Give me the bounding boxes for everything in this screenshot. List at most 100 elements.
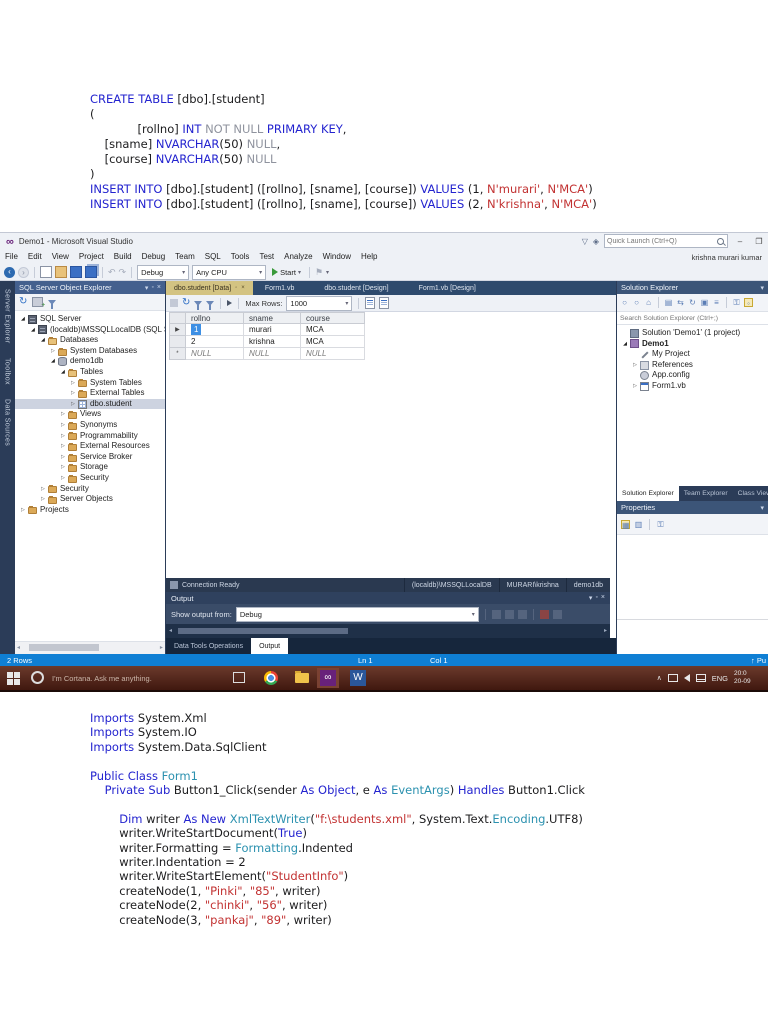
- menu-item-window[interactable]: Window: [318, 250, 356, 264]
- undo-button[interactable]: ↶: [108, 267, 116, 277]
- tree-item-system-databases[interactable]: ▷System Databases: [15, 346, 165, 357]
- connection-segment-murari-krishna[interactable]: MURARI\krishna: [499, 578, 566, 592]
- connection-segment-demo1db[interactable]: demo1db: [566, 578, 610, 592]
- solution-configuration-dropdown[interactable]: Debug▾: [137, 265, 189, 280]
- ssox-horizontal-scrollbar[interactable]: ◂ ▸: [15, 641, 165, 654]
- script-file-icon[interactable]: [379, 297, 389, 309]
- word-wrap-icon[interactable]: [553, 610, 562, 619]
- table-row-2[interactable]: *NULLNULLNULL: [169, 348, 365, 360]
- grid-cell[interactable]: NULL: [301, 348, 365, 360]
- menu-item-test[interactable]: Test: [254, 250, 279, 264]
- max-rows-dropdown[interactable]: 1000▾: [286, 296, 352, 311]
- tree-item-sql-server[interactable]: ◢SQL Server: [15, 314, 165, 325]
- row-selector[interactable]: ▶: [169, 324, 186, 336]
- add-server-icon[interactable]: [32, 297, 43, 307]
- scrollbar-thumb[interactable]: [178, 628, 348, 634]
- tree-item-external-tables[interactable]: ▷External Tables: [15, 388, 165, 399]
- tree-item-dbo-student[interactable]: ▷dbo.student: [15, 399, 165, 410]
- pending-changes-filter-icon[interactable]: ⇆: [676, 298, 685, 307]
- clock[interactable]: 20:0 20-09: [734, 670, 768, 686]
- alphabetical-icon[interactable]: ▥: [634, 520, 643, 529]
- navigate-forward-button[interactable]: ›: [18, 267, 29, 278]
- refresh-icon[interactable]: ↻: [19, 297, 27, 307]
- new-file-button[interactable]: [40, 266, 52, 278]
- properties-header[interactable]: Properties ▾: [617, 501, 768, 514]
- side-tab-data-sources[interactable]: Data Sources: [3, 399, 10, 446]
- tree-item-programmability[interactable]: ▷Programmability: [15, 431, 165, 442]
- tree-item-projects[interactable]: ▷Projects: [15, 505, 165, 516]
- scrollbar-thumb[interactable]: [29, 644, 99, 651]
- expand-arrow-icon[interactable]: ◢: [621, 339, 629, 350]
- open-file-button[interactable]: [55, 266, 67, 278]
- close-icon[interactable]: ×: [601, 594, 605, 602]
- goto-message-icon[interactable]: [492, 610, 501, 619]
- switch-views-icon[interactable]: ▤: [664, 298, 673, 307]
- panel-menu-icon[interactable]: ▾: [589, 594, 593, 602]
- quick-launch-box[interactable]: [604, 234, 728, 248]
- panel-menu-icon[interactable]: ▾: [760, 504, 764, 512]
- menu-item-project[interactable]: Project: [74, 250, 109, 264]
- menu-item-build[interactable]: Build: [109, 250, 137, 264]
- property-pages-icon[interactable]: ⚿: [656, 520, 665, 529]
- expand-arrow-icon[interactable]: ▷: [69, 378, 77, 389]
- panel-tab-solution-explorer[interactable]: Solution Explorer: [617, 486, 679, 501]
- expand-arrow-icon[interactable]: ▷: [39, 484, 47, 495]
- column-header-course[interactable]: course: [301, 312, 365, 324]
- scroll-right-icon[interactable]: ▸: [604, 627, 607, 634]
- tree-item-external-resources[interactable]: ▷External Resources: [15, 441, 165, 452]
- table-row-0[interactable]: ▶1murariMCA: [169, 324, 365, 336]
- output-source-dropdown[interactable]: Debug▾: [236, 607, 479, 622]
- file-explorer-icon[interactable]: [295, 673, 309, 683]
- menu-item-view[interactable]: View: [47, 250, 74, 264]
- panel-tab-team-explorer[interactable]: Team Explorer: [679, 486, 733, 501]
- expand-arrow-icon[interactable]: ▷: [631, 360, 639, 371]
- toolbar-overflow-icon[interactable]: ▾: [326, 269, 329, 276]
- tree-item-localdb-mssqllocaldb-sql-s[interactable]: ◢(localdb)\MSSQLLocalDB (SQL S: [15, 325, 165, 336]
- menu-item-tools[interactable]: Tools: [226, 250, 255, 264]
- show-all-files-icon[interactable]: ≡: [712, 298, 721, 307]
- tree-item-system-tables[interactable]: ▷System Tables: [15, 378, 165, 389]
- clear-output-icon[interactable]: [540, 610, 549, 619]
- solution-search-input[interactable]: [617, 312, 768, 324]
- attach-process-icon[interactable]: ⚑: [315, 267, 323, 277]
- close-icon[interactable]: ×: [157, 284, 161, 291]
- tree-item-demo1db[interactable]: ◢demo1db: [15, 356, 165, 367]
- expand-arrow-icon[interactable]: ▷: [59, 409, 67, 420]
- expand-arrow-icon[interactable]: ▷: [59, 431, 67, 442]
- side-tab-toolbox[interactable]: Toolbox: [3, 358, 10, 385]
- panel-menu-icon[interactable]: ▾: [760, 284, 764, 292]
- expand-arrow-icon[interactable]: ▷: [631, 381, 639, 392]
- grid-cell[interactable]: NULL: [244, 348, 301, 360]
- grid-cell[interactable]: 1: [186, 324, 244, 336]
- grid-cell[interactable]: 2: [186, 336, 244, 348]
- task-view-icon[interactable]: [233, 672, 245, 683]
- keyboard-icon[interactable]: [696, 674, 706, 682]
- send-feedback-icon[interactable]: ◈: [593, 237, 599, 246]
- expand-arrow-icon[interactable]: ◢: [49, 356, 57, 367]
- publish-button[interactable]: ↑ Pu: [751, 656, 766, 665]
- tree-item-solution-demo1-1-project[interactable]: Solution 'Demo1' (1 project): [617, 328, 768, 339]
- pin-icon[interactable]: ◦: [151, 284, 153, 291]
- feedback-filter-icon[interactable]: ▽: [582, 237, 588, 246]
- volume-icon[interactable]: [684, 674, 690, 682]
- tree-item-storage[interactable]: ▷Storage: [15, 462, 165, 473]
- word-icon[interactable]: W: [350, 670, 366, 686]
- expand-arrow-icon[interactable]: ▷: [59, 441, 67, 452]
- home-icon[interactable]: ⌂: [644, 298, 653, 307]
- preview-selected-items-icon[interactable]: ◦: [744, 298, 753, 307]
- tree-item-databases[interactable]: ◢Databases: [15, 335, 165, 346]
- tree-item-form1-vb[interactable]: ▷Form1.vb: [617, 381, 768, 392]
- grid-cell[interactable]: NULL: [186, 348, 244, 360]
- tray-expand-icon[interactable]: ∧: [657, 674, 662, 682]
- table-row-1[interactable]: 2krishnaMCA: [169, 336, 365, 348]
- row-selector[interactable]: *: [169, 348, 186, 360]
- tree-item-my-project[interactable]: My Project: [617, 349, 768, 360]
- network-icon[interactable]: [668, 674, 678, 682]
- cortana-search-text[interactable]: I'm Cortana. Ask me anything.: [52, 674, 152, 683]
- filter-icon[interactable]: [48, 300, 56, 305]
- expand-arrow-icon[interactable]: ▷: [59, 452, 67, 463]
- categorized-icon[interactable]: ▦: [621, 520, 630, 529]
- column-header-sname[interactable]: sname: [244, 312, 301, 324]
- tree-item-security[interactable]: ▷Security: [15, 484, 165, 495]
- remove-filter-icon[interactable]: [206, 301, 214, 306]
